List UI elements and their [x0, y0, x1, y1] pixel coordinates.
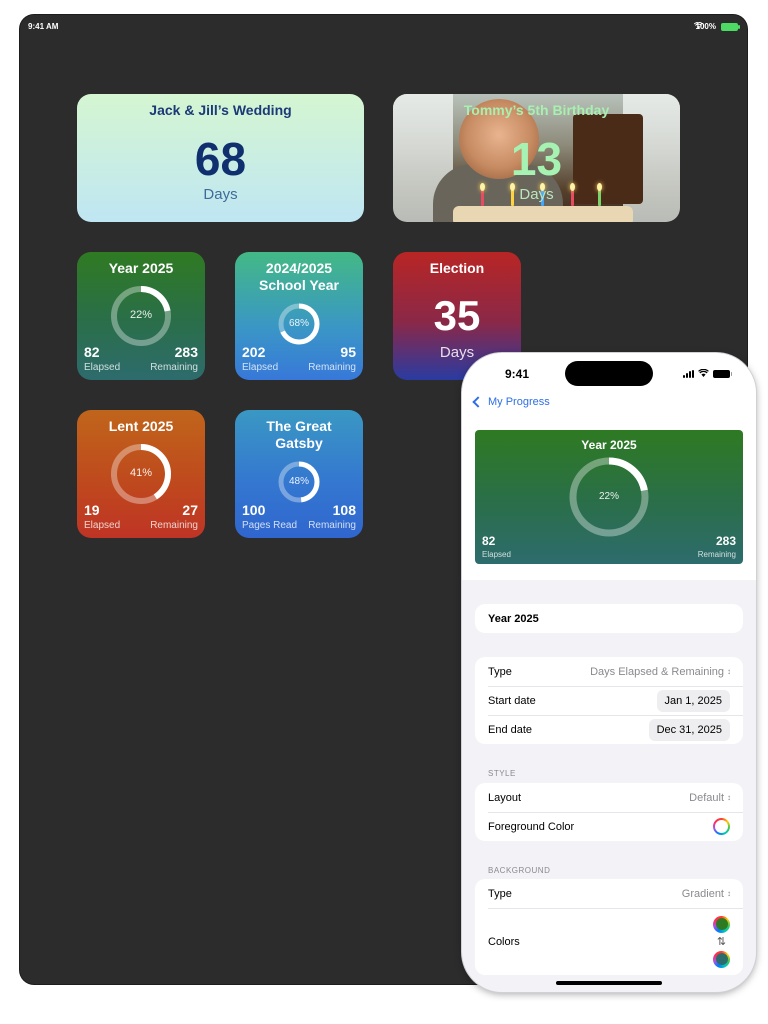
chevron-up-down-icon: ↕ [727, 793, 731, 802]
elapsed-count: 19 [84, 502, 100, 518]
days-unit: Days [519, 186, 554, 203]
background-type-picker[interactable]: Gradient ↕ [681, 887, 731, 900]
dates-card: Type Days Elapsed & Remaining ↕ Start da… [475, 657, 743, 744]
swap-colors-icon[interactable]: ⇅ [717, 936, 726, 948]
progress-percent: 22% [598, 491, 619, 502]
ipad-clock: 9:41 AM [28, 22, 59, 31]
end-date-label: End date [488, 723, 533, 736]
chevron-up-down-icon: ↕ [727, 667, 731, 676]
start-date-row: Start date Jan 1, 2025 [475, 686, 743, 715]
widget-school-year[interactable]: 2024/2025 School Year 68% 202 Elapsed 95… [235, 252, 363, 380]
elapsed-label: Elapsed [482, 550, 511, 559]
background-type-label: Type [488, 887, 512, 900]
colors-row: Colors ⇅ [475, 908, 743, 975]
iphone-clock: 9:41 [505, 367, 530, 381]
days-unit: Days [203, 186, 238, 203]
elapsed-count: 202 [242, 344, 266, 360]
name-card: Year 2025 [475, 604, 743, 633]
progress-percent: 68% [288, 318, 309, 329]
gradient-start-color-icon[interactable] [713, 915, 730, 933]
remaining-label: Remaining [308, 362, 356, 373]
layout-row[interactable]: Layout Default ↕ [475, 783, 743, 812]
widget-title: Jack & Jill’s Wedding [149, 102, 292, 118]
widget-preview: Year 2025 22% 82 Elapsed 283 Remaining [475, 430, 743, 564]
gradient-end-color-icon[interactable] [713, 950, 730, 968]
remaining-label: Remaining [697, 550, 736, 559]
widget-year-2025[interactable]: Year 2025 22% 82 Elapsed 283 Remaining [77, 252, 205, 380]
widget-wedding[interactable]: Jack & Jill’s Wedding 68 Days [77, 94, 364, 222]
elapsed-label: Elapsed [84, 520, 121, 531]
days-count: 13 [510, 133, 563, 185]
name-value: Year 2025 [488, 612, 539, 625]
background-type-value: Gradient [681, 887, 724, 900]
back-button-label: My Progress [488, 396, 550, 408]
style-section-header: STYLE [488, 769, 516, 778]
widget-title: Election [429, 260, 485, 276]
widget-birthday[interactable]: Tommy’s 5th Birthday 13 Days [393, 94, 680, 222]
pages-read-count: 100 [242, 502, 266, 518]
progress-percent: 22% [129, 309, 153, 321]
iphone-screen: 9:41 My Progress Year 2025 22% 82 Elapse… [462, 353, 756, 992]
type-row[interactable]: Type Days Elapsed & Remaining ↕ [475, 657, 743, 686]
foreground-color-row[interactable]: Foreground Color [475, 812, 743, 841]
background-card: Type Gradient ↕ Colors ⇅ [475, 879, 743, 975]
remaining-count: 108 [332, 502, 356, 518]
widget-title: Tommy’s 5th Birthday [463, 102, 610, 118]
ipad-status-bar: 9:41 AM 100% [20, 20, 747, 34]
widget-great-gatsby[interactable]: The Great Gatsby 48% 100 Pages Read 108 … [235, 410, 363, 538]
dynamic-island [565, 361, 653, 386]
background-type-row[interactable]: Type Gradient ↕ [475, 879, 743, 908]
battery-icon [721, 23, 740, 31]
elapsed-count: 82 [84, 344, 100, 360]
color-picker-icon[interactable] [713, 818, 730, 835]
progress-ring [278, 303, 320, 345]
progress-ring [278, 461, 320, 503]
remaining-count: 95 [340, 344, 356, 360]
style-card: Layout Default ↕ Foreground Color [475, 783, 743, 841]
gradient-color-stack: ⇅ [713, 915, 730, 968]
elapsed-label: Elapsed [242, 362, 279, 373]
colors-label: Colors [488, 935, 520, 948]
progress-percent: 48% [288, 476, 309, 487]
end-date-picker[interactable]: Dec 31, 2025 [648, 718, 730, 741]
layout-label: Layout [488, 791, 522, 804]
foreground-color-label: Foreground Color [488, 820, 575, 833]
pages-read-label: Pages Read [242, 520, 298, 531]
layout-value: Default [689, 791, 724, 804]
elapsed-count: 82 [482, 534, 496, 548]
home-indicator [556, 981, 662, 985]
type-value: Days Elapsed & Remaining [590, 665, 724, 678]
signal-icon [683, 370, 694, 378]
type-picker[interactable]: Days Elapsed & Remaining ↕ [590, 665, 731, 678]
background-section-header: BACKGROUND [488, 866, 551, 875]
days-count: 68 [194, 133, 247, 185]
layout-picker[interactable]: Default ↕ [689, 791, 731, 804]
remaining-count: 27 [182, 502, 198, 518]
remaining-count: 283 [174, 344, 198, 360]
type-label: Type [488, 665, 512, 678]
photo-cake [453, 206, 633, 222]
back-button[interactable]: My Progress [470, 396, 550, 408]
name-field[interactable]: Year 2025 [475, 604, 743, 633]
wifi-icon [698, 368, 709, 379]
battery-icon [713, 370, 732, 378]
days-count: 35 [433, 292, 481, 339]
remaining-label: Remaining [150, 520, 198, 531]
widget-lent-2025[interactable]: Lent 2025 41% 19 Elapsed 27 Remaining [77, 410, 205, 538]
iphone-status-icons [683, 368, 732, 380]
start-date-label: Start date [488, 694, 536, 707]
chevron-up-down-icon: ↕ [727, 889, 731, 898]
battery-percent: 100% [695, 22, 716, 31]
remaining-count: 283 [715, 534, 736, 548]
remaining-label: Remaining [150, 362, 198, 373]
remaining-label: Remaining [308, 520, 356, 531]
end-date-row: End date Dec 31, 2025 [475, 715, 743, 744]
start-date-picker[interactable]: Jan 1, 2025 [656, 689, 730, 712]
elapsed-label: Elapsed [84, 362, 121, 373]
chevron-left-icon [472, 396, 484, 408]
progress-percent: 41% [129, 467, 153, 479]
